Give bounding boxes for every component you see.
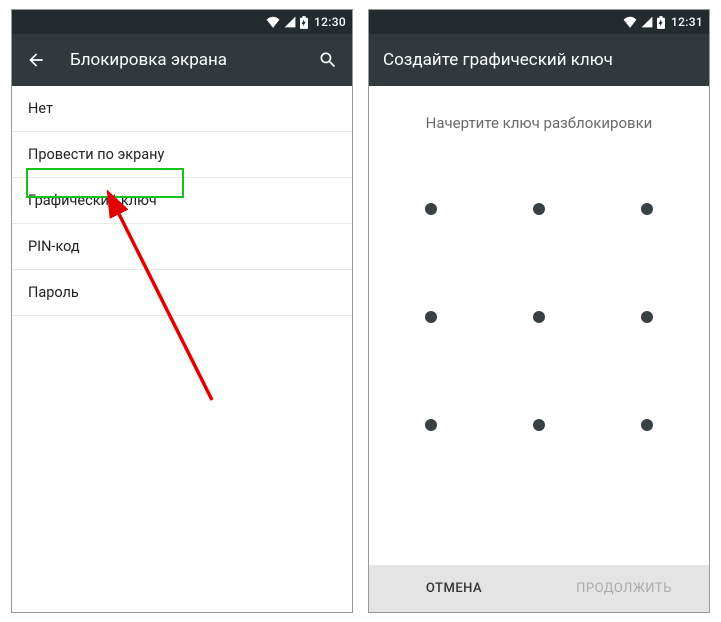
pattern-grid[interactable] xyxy=(404,182,674,452)
button-bar: ОТМЕНА ПРОДОЛЖИТЬ xyxy=(369,565,709,612)
app-bar: Блокировка экрана xyxy=(12,34,352,86)
pattern-dot[interactable] xyxy=(425,419,437,431)
app-bar: Создайте графический ключ xyxy=(369,34,709,86)
pattern-dot[interactable] xyxy=(425,311,437,323)
status-time: 12:30 xyxy=(314,15,346,29)
phone-screenshot-draw-pattern: 12:31 Создайте графический ключ Начертит… xyxy=(368,9,710,613)
cancel-button[interactable]: ОТМЕНА xyxy=(369,565,539,612)
wifi-icon xyxy=(623,16,637,28)
pattern-dot[interactable] xyxy=(641,203,653,215)
signal-icon xyxy=(284,16,296,28)
battery-icon xyxy=(300,16,308,29)
lock-option-label: Провести по экрану xyxy=(28,146,164,163)
status-bar: 12:31 xyxy=(369,10,709,34)
lock-option-label: PIN-код xyxy=(28,238,80,255)
signal-icon xyxy=(641,16,653,28)
pattern-dot[interactable] xyxy=(425,203,437,215)
continue-button: ПРОДОЛЖИТЬ xyxy=(539,565,709,612)
pattern-dot[interactable] xyxy=(533,203,545,215)
lock-option-label: Графический ключ xyxy=(28,192,157,209)
back-arrow-icon[interactable] xyxy=(26,50,46,70)
page-title: Создайте графический ключ xyxy=(383,50,695,70)
lock-option-label: Пароль xyxy=(28,284,79,301)
button-label: ОТМЕНА xyxy=(426,581,482,596)
battery-icon xyxy=(657,16,665,29)
lock-option-pin[interactable]: PIN-код xyxy=(12,224,352,270)
pattern-dot[interactable] xyxy=(533,419,545,431)
pattern-dot[interactable] xyxy=(533,311,545,323)
pattern-dot[interactable] xyxy=(641,419,653,431)
phone-screenshot-lock-options: 12:30 Блокировка экрана Нет Провести по … xyxy=(11,9,353,613)
lock-option-password[interactable]: Пароль xyxy=(12,270,352,316)
lock-option-label: Нет xyxy=(28,100,53,117)
button-label: ПРОДОЛЖИТЬ xyxy=(576,581,672,596)
pattern-instruction: Начертите ключ разблокировки xyxy=(369,86,709,142)
wifi-icon xyxy=(266,16,280,28)
lock-option-none[interactable]: Нет xyxy=(12,86,352,132)
search-icon[interactable] xyxy=(318,50,338,70)
pattern-dot[interactable] xyxy=(641,311,653,323)
status-bar: 12:30 xyxy=(12,10,352,34)
lock-options-list: Нет Провести по экрану Графический ключ … xyxy=(12,86,352,316)
page-title: Блокировка экрана xyxy=(70,50,294,70)
lock-option-swipe[interactable]: Провести по экрану xyxy=(12,132,352,178)
lock-option-pattern[interactable]: Графический ключ xyxy=(12,178,352,224)
status-time: 12:31 xyxy=(671,15,703,29)
